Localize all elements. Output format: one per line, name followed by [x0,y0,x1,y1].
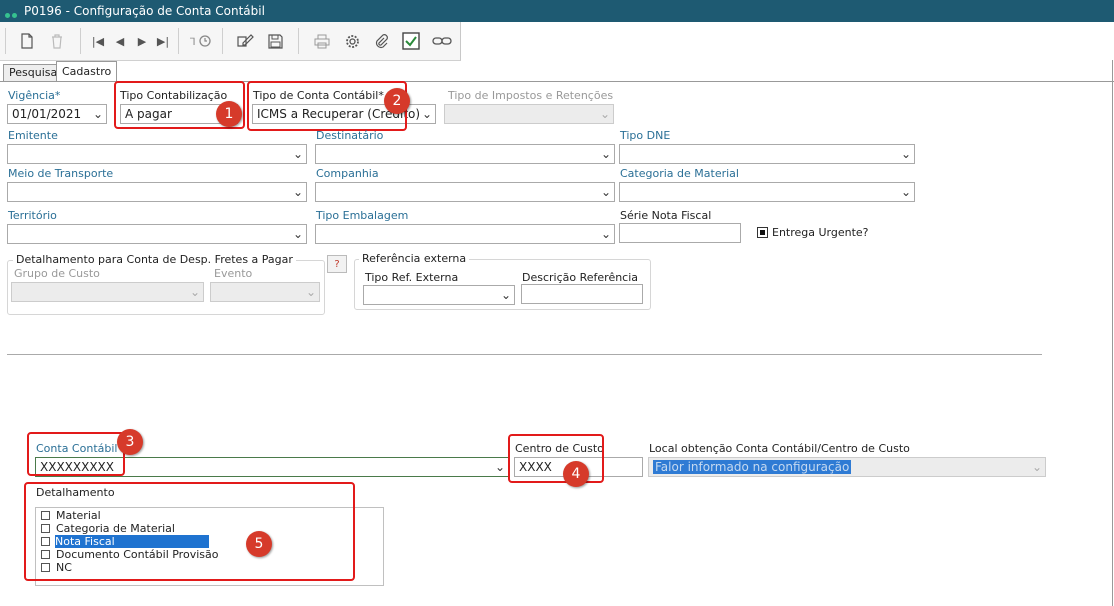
entrega-urgente-label: Entrega Urgente? [772,226,869,239]
evento-select[interactable]: ⌄ [210,282,320,302]
highlight-box-4 [508,434,604,483]
help-button[interactable]: ? [327,255,347,273]
tipo-embalagem-label: Tipo Embalagem [316,209,409,222]
annotation-badge-2: 2 [384,88,410,114]
chevron-down-icon: ⌄ [500,288,512,302]
serie-nf-label: Série Nota Fiscal [620,209,712,222]
chevron-down-icon: ⌄ [600,227,612,241]
link-icon[interactable] [429,22,455,60]
annotation-badge-1: 1 [216,101,242,127]
vigencia-label: Vigência* [8,89,61,102]
companhia-select[interactable]: ⌄ [315,182,615,202]
meio-transporte-label: Meio de Transporte [8,167,114,180]
chevron-down-icon: ⌄ [900,185,912,199]
last-record-icon[interactable]: ▶| [152,22,174,60]
delete-icon[interactable] [46,22,68,60]
svg-text:⅂: ⅂ [190,37,196,48]
new-document-icon[interactable] [16,22,38,60]
descricao-ref-input[interactable] [521,284,643,304]
window-title: P0196 - Configuração de Conta Contábil [24,4,265,18]
local-obtencao-select[interactable]: Falor informado na configuração ⌄ [648,457,1046,477]
chevron-down-icon: ⌄ [599,107,611,121]
descricao-ref-label: Descrição Referência [522,271,639,284]
local-obtencao-value: Falor informado na configuração [653,460,852,474]
chevron-down-icon: ⌄ [292,227,304,241]
tipo-dne-label: Tipo DNE [620,129,671,142]
emitente-select[interactable]: ⌄ [7,144,307,164]
annotation-badge-3: 3 [117,429,143,455]
check-icon[interactable] [398,22,424,60]
chevron-down-icon: ⌄ [92,107,104,121]
grupo-custo-label: Grupo de Custo [14,267,100,280]
previous-record-icon[interactable]: ◀ [110,22,130,60]
highlight-box-3 [27,432,125,476]
chevron-down-icon: ⌄ [421,107,433,121]
meio-transporte-select[interactable]: ⌄ [7,182,307,202]
chevron-down-icon: ⌄ [600,147,612,161]
annotation-badge-5: 5 [246,531,272,557]
title-bar: P0196 - Configuração de Conta Contábil [0,0,1114,22]
categoria-material-select[interactable]: ⌄ [619,182,915,202]
evento-label: Evento [214,267,253,280]
chevron-down-icon: ⌄ [600,185,612,199]
first-record-icon[interactable]: |◀ [88,22,108,60]
territorio-select[interactable]: ⌄ [7,224,307,244]
entrega-urgente-checkbox[interactable] [757,227,768,238]
tipo-dne-select[interactable]: ⌄ [619,144,915,164]
panel-border [1112,60,1113,606]
tipo-embalagem-select[interactable]: ⌄ [315,224,615,244]
tab-cadastro[interactable]: Cadastro [56,61,118,82]
serie-nf-input[interactable] [619,223,741,243]
chevron-down-icon: ⌄ [494,460,506,474]
tipo-ref-select[interactable]: ⌄ [363,285,515,305]
chevron-down-icon: ⌄ [305,285,317,299]
window-dots-icon [5,8,19,21]
search-history-icon[interactable]: ⅂ [188,22,214,60]
next-record-icon[interactable]: ▶ [132,22,152,60]
territorio-label: Território [8,209,57,222]
companhia-label: Companhia [316,167,379,180]
chevron-down-icon: ⌄ [189,285,201,299]
chevron-down-icon: ⌄ [292,147,304,161]
destinatario-label: Destinatário [316,129,384,142]
save-icon[interactable] [263,22,287,60]
print-icon[interactable] [310,22,334,60]
annotation-badge-4: 4 [563,461,589,487]
tab-pesquisa[interactable]: Pesquisa [3,64,64,81]
frete-group-title: Detalhamento para Conta de Desp. Fretes … [13,253,296,266]
section-divider [7,354,1042,355]
local-obtencao-label: Local obtenção Conta Contábil/Centro de … [649,442,910,455]
tipo-impostos-select[interactable]: ⌄ [444,104,614,124]
tipo-ref-label: Tipo Ref. Externa [365,271,459,284]
attachment-icon[interactable] [369,22,393,60]
chevron-down-icon: ⌄ [900,147,912,161]
highlight-box-2 [247,81,407,131]
checkbox-mark-icon [760,230,765,235]
categoria-material-label: Categoria de Material [620,167,739,180]
chevron-down-icon: ⌄ [1031,460,1043,474]
highlight-box-5 [24,482,355,581]
vigencia-select[interactable]: 01/01/2021 ⌄ [7,104,107,124]
settings-icon[interactable] [340,22,364,60]
tipo-impostos-label: Tipo de Impostos e Retenções [448,89,614,102]
edit-icon[interactable] [233,22,257,60]
emitente-label: Emitente [8,129,58,142]
vigencia-value: 01/01/2021 [12,107,82,121]
toolbar: |◀ ◀ ▶ ▶| ⅂ [0,22,461,61]
ref-externa-title: Referência externa [359,252,470,265]
tab-strip: Pesquisa Cadastro [0,60,1114,82]
toolbar-empty-area [461,22,1114,60]
grupo-custo-select[interactable]: ⌄ [11,282,204,302]
chevron-down-icon: ⌄ [292,185,304,199]
destinatario-select[interactable]: ⌄ [315,144,615,164]
